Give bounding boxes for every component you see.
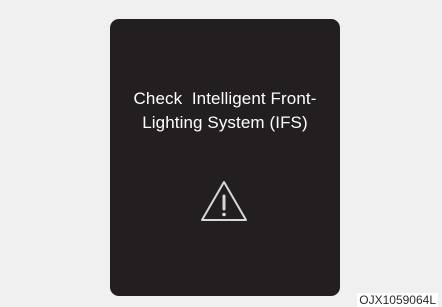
cluster-display: Check Intelligent Front- Lighting System… [110,19,340,296]
warning-message: Check Intelligent Front- Lighting System… [110,87,340,135]
warning-message-line-2: Lighting System (IFS) [142,113,308,132]
warning-message-line-1: Check Intelligent Front- [133,89,317,108]
warning-triangle-icon [201,181,247,221]
